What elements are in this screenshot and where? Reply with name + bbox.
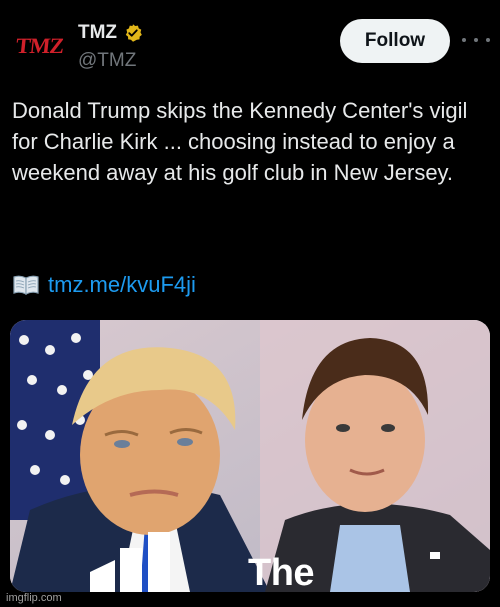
display-name[interactable]: TMZ	[78, 22, 117, 44]
tweet-media-image[interactable]: The	[10, 320, 490, 592]
name-row: TMZ	[78, 22, 143, 44]
avatar[interactable]: TMZ	[12, 26, 68, 66]
tweet-text: Donald Trump skips the Kennedy Center's …	[12, 98, 468, 185]
watermark: imgflip.com	[6, 592, 62, 604]
lapel-pin	[430, 552, 440, 559]
follow-button[interactable]: Follow	[340, 19, 450, 63]
more-options-icon[interactable]	[462, 28, 490, 52]
account-handle[interactable]: @TMZ	[78, 50, 136, 72]
tweet-link-row: tmz.me/kvuF4ji	[12, 272, 196, 298]
media-caption: The	[248, 552, 315, 592]
tweet-header: TMZ TMZ @TMZ Follow	[0, 0, 500, 90]
avatar-logo-text: TMZ	[15, 33, 65, 58]
tweet-link[interactable]: tmz.me/kvuF4ji	[48, 272, 196, 298]
open-book-icon	[13, 275, 39, 295]
verified-badge-icon	[125, 24, 142, 42]
